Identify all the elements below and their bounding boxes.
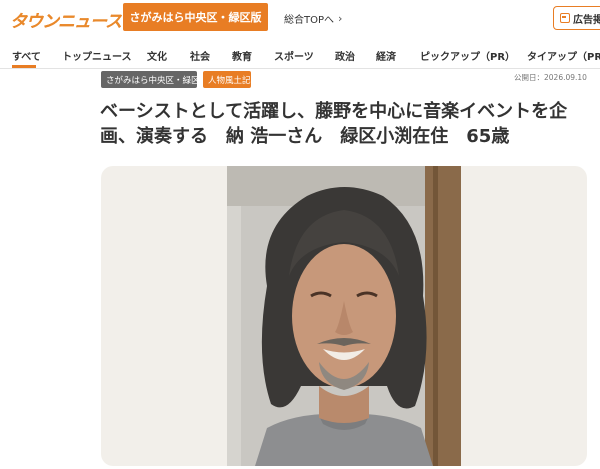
article-title: ベーシストとして活躍し、藤野を中心に音楽イベントを企画、演奏する 納 浩一さん …	[100, 101, 568, 147]
nav-item-tieup-pr[interactable]: タイアップ（PR）	[527, 48, 600, 63]
top-page-link[interactable]: 総合TOPへ ›	[284, 11, 342, 26]
nav-item-politics[interactable]: 政治	[335, 48, 355, 63]
publish-date: 公開日：2026.09.10	[514, 73, 587, 82]
category-nav: すべて トップニュース 文化 社会 教育 スポーツ 政治 経済 ピックアップ（P…	[0, 40, 600, 69]
nav-item-sports[interactable]: スポーツ	[274, 48, 314, 63]
site-header: タウンニュース さがみはら中央区・緑区版 総合TOPへ › 広告掲	[0, 0, 600, 40]
area-tag[interactable]: さがみはら中央区・緑区	[101, 71, 200, 88]
ad-inquiry-button[interactable]: 広告掲	[553, 6, 600, 30]
portrait-illustration	[227, 166, 461, 466]
logo-text: タウンニュース	[10, 11, 122, 32]
portrait-photo	[227, 166, 461, 466]
category-tag[interactable]: 人物風土記	[203, 71, 251, 88]
site-logo[interactable]: タウンニュース	[10, 8, 122, 32]
nav-item-society[interactable]: 社会	[190, 48, 210, 63]
nav-item-pickup-pr[interactable]: ピックアップ（PR）	[420, 48, 515, 63]
ad-label: 広告掲	[573, 14, 600, 26]
chevron-right-icon: ›	[338, 12, 343, 25]
top-link-label: 総合TOPへ	[284, 15, 335, 26]
nav-item-economy[interactable]: 経済	[376, 48, 396, 63]
nav-item-top-news[interactable]: トップニュース	[62, 48, 132, 63]
article-photo-frame	[101, 166, 587, 466]
nav-item-education[interactable]: 教育	[232, 48, 252, 63]
edition-button[interactable]: さがみはら中央区・緑区版	[123, 3, 268, 31]
edition-label: さがみはら中央区・緑区版	[129, 11, 262, 24]
nav-item-all[interactable]: すべて	[12, 48, 41, 63]
nav-item-culture[interactable]: 文化	[147, 48, 167, 63]
ad-icon	[560, 13, 570, 23]
active-tab-indicator	[12, 65, 36, 68]
